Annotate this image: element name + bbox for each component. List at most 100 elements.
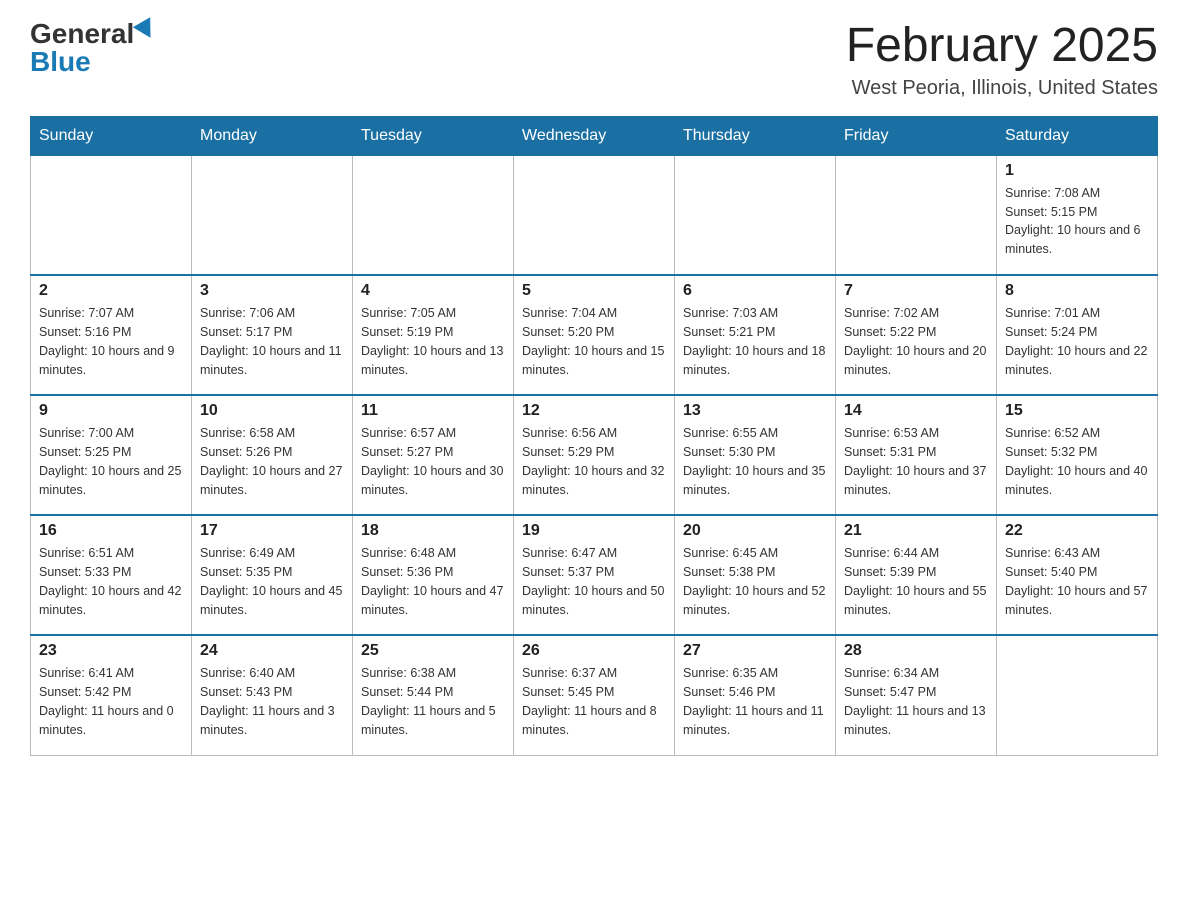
day-info: Sunrise: 6:55 AMSunset: 5:30 PMDaylight:… — [683, 424, 827, 499]
day-number: 21 — [844, 522, 988, 540]
day-number: 13 — [683, 402, 827, 420]
calendar-cell: 23 Sunrise: 6:41 AMSunset: 5:42 PMDayligh… — [31, 635, 192, 755]
day-info: Sunrise: 7:00 AMSunset: 5:25 PMDaylight:… — [39, 424, 183, 499]
calendar-cell: 24 Sunrise: 6:40 AMSunset: 5:43 PMDayligh… — [192, 635, 353, 755]
calendar-header-row: SundayMondayTuesdayWednesdayThursdayFrid… — [31, 116, 1158, 155]
day-info: Sunrise: 7:05 AMSunset: 5:19 PMDaylight:… — [361, 304, 505, 379]
calendar-cell: 18 Sunrise: 6:48 AMSunset: 5:36 PMDayligh… — [353, 515, 514, 635]
day-info: Sunrise: 6:45 AMSunset: 5:38 PMDaylight:… — [683, 544, 827, 619]
calendar-header-thursday: Thursday — [675, 116, 836, 155]
day-number: 9 — [39, 402, 183, 420]
day-info: Sunrise: 7:07 AMSunset: 5:16 PMDaylight:… — [39, 304, 183, 379]
calendar-cell: 11Sunrise: 6:57 AMSunset: 5:27 PMDayligh… — [353, 395, 514, 515]
day-info: Sunrise: 7:06 AMSunset: 5:17 PMDaylight:… — [200, 304, 344, 379]
day-info: Sunrise: 6:56 AMSunset: 5:29 PMDaylight:… — [522, 424, 666, 499]
calendar-cell — [997, 635, 1158, 755]
calendar-cell — [836, 155, 997, 275]
day-number: 14 — [844, 402, 988, 420]
day-number: 18 — [361, 522, 505, 540]
calendar-cell: 19Sunrise: 6:47 AMSunset: 5:37 PMDayligh… — [514, 515, 675, 635]
day-info: Sunrise: 6:47 AMSunset: 5:37 PMDaylight:… — [522, 544, 666, 619]
day-number: 25 — [361, 642, 505, 660]
calendar-cell: 6 Sunrise: 7:03 AMSunset: 5:21 PMDaylight… — [675, 275, 836, 395]
day-info: Sunrise: 6:58 AMSunset: 5:26 PMDaylight:… — [200, 424, 344, 499]
day-info: Sunrise: 6:37 AMSunset: 5:45 PMDaylight:… — [522, 664, 666, 739]
day-info: Sunrise: 6:51 AMSunset: 5:33 PMDaylight:… — [39, 544, 183, 619]
logo: General Blue — [30, 20, 156, 76]
day-number: 15 — [1005, 402, 1149, 420]
day-info: Sunrise: 7:08 AMSunset: 5:15 PMDaylight:… — [1005, 184, 1149, 259]
calendar-header-tuesday: Tuesday — [353, 116, 514, 155]
calendar-cell: 5 Sunrise: 7:04 AMSunset: 5:20 PMDaylight… — [514, 275, 675, 395]
day-info: Sunrise: 6:53 AMSunset: 5:31 PMDaylight:… — [844, 424, 988, 499]
calendar-cell: 28 Sunrise: 6:34 AMSunset: 5:47 PMDayligh… — [836, 635, 997, 755]
day-number: 24 — [200, 642, 344, 660]
day-info: Sunrise: 6:52 AMSunset: 5:32 PMDaylight:… — [1005, 424, 1149, 499]
calendar-cell: 13 Sunrise: 6:55 AMSunset: 5:30 PMDayligh… — [675, 395, 836, 515]
logo-general-text: General — [30, 20, 134, 48]
calendar-cell: 12 Sunrise: 6:56 AMSunset: 5:29 PMDayligh… — [514, 395, 675, 515]
calendar-cell — [675, 155, 836, 275]
day-info: Sunrise: 6:44 AMSunset: 5:39 PMDaylight:… — [844, 544, 988, 619]
calendar-cell: 15 Sunrise: 6:52 AMSunset: 5:32 PMDayligh… — [997, 395, 1158, 515]
calendar-cell — [353, 155, 514, 275]
calendar-cell: 22Sunrise: 6:43 AMSunset: 5:40 PMDayligh… — [997, 515, 1158, 635]
subtitle: West Peoria, Illinois, United States — [846, 77, 1158, 100]
day-number: 1 — [1005, 162, 1149, 180]
calendar-cell: 9 Sunrise: 7:00 AMSunset: 5:25 PMDaylight… — [31, 395, 192, 515]
calendar-cell: 7Sunrise: 7:02 AMSunset: 5:22 PMDaylight… — [836, 275, 997, 395]
calendar-cell — [192, 155, 353, 275]
calendar-cell: 25Sunrise: 6:38 AMSunset: 5:44 PMDayligh… — [353, 635, 514, 755]
calendar-header-monday: Monday — [192, 116, 353, 155]
calendar-cell — [31, 155, 192, 275]
day-number: 6 — [683, 282, 827, 300]
day-number: 17 — [200, 522, 344, 540]
title-block: February 2025 West Peoria, Illinois, Uni… — [846, 20, 1158, 100]
page-title: February 2025 — [846, 20, 1158, 73]
day-info: Sunrise: 6:43 AMSunset: 5:40 PMDaylight:… — [1005, 544, 1149, 619]
calendar-cell: 3 Sunrise: 7:06 AMSunset: 5:17 PMDaylight… — [192, 275, 353, 395]
day-number: 23 — [39, 642, 183, 660]
calendar-cell: 2 Sunrise: 7:07 AMSunset: 5:16 PMDaylight… — [31, 275, 192, 395]
day-number: 5 — [522, 282, 666, 300]
day-number: 28 — [844, 642, 988, 660]
calendar-cell: 10 Sunrise: 6:58 AMSunset: 5:26 PMDayligh… — [192, 395, 353, 515]
calendar-header-saturday: Saturday — [997, 116, 1158, 155]
calendar-header-sunday: Sunday — [31, 116, 192, 155]
logo-triangle-icon — [133, 17, 159, 43]
day-info: Sunrise: 6:40 AMSunset: 5:43 PMDaylight:… — [200, 664, 344, 739]
calendar-table: SundayMondayTuesdayWednesdayThursdayFrid… — [30, 116, 1158, 756]
day-number: 3 — [200, 282, 344, 300]
day-info: Sunrise: 6:34 AMSunset: 5:47 PMDaylight:… — [844, 664, 988, 739]
logo-blue-text: Blue — [30, 48, 91, 76]
day-info: Sunrise: 7:04 AMSunset: 5:20 PMDaylight:… — [522, 304, 666, 379]
day-number: 8 — [1005, 282, 1149, 300]
day-info: Sunrise: 6:35 AMSunset: 5:46 PMDaylight:… — [683, 664, 827, 739]
calendar-cell: 17 Sunrise: 6:49 AMSunset: 5:35 PMDayligh… — [192, 515, 353, 635]
calendar-week-row: 1 Sunrise: 7:08 AMSunset: 5:15 PMDaylight… — [31, 155, 1158, 275]
calendar-cell: 1 Sunrise: 7:08 AMSunset: 5:15 PMDaylight… — [997, 155, 1158, 275]
day-number: 7 — [844, 282, 988, 300]
day-number: 26 — [522, 642, 666, 660]
calendar-cell: 16Sunrise: 6:51 AMSunset: 5:33 PMDayligh… — [31, 515, 192, 635]
day-info: Sunrise: 7:03 AMSunset: 5:21 PMDaylight:… — [683, 304, 827, 379]
day-number: 27 — [683, 642, 827, 660]
calendar-cell: 4Sunrise: 7:05 AMSunset: 5:19 PMDaylight… — [353, 275, 514, 395]
day-info: Sunrise: 6:48 AMSunset: 5:36 PMDaylight:… — [361, 544, 505, 619]
calendar-cell: 27 Sunrise: 6:35 AMSunset: 5:46 PMDayligh… — [675, 635, 836, 755]
calendar-header-friday: Friday — [836, 116, 997, 155]
day-info: Sunrise: 6:41 AMSunset: 5:42 PMDaylight:… — [39, 664, 183, 739]
day-number: 10 — [200, 402, 344, 420]
calendar-week-row: 16Sunrise: 6:51 AMSunset: 5:33 PMDayligh… — [31, 515, 1158, 635]
calendar-cell: 20Sunrise: 6:45 AMSunset: 5:38 PMDayligh… — [675, 515, 836, 635]
day-info: Sunrise: 7:01 AMSunset: 5:24 PMDaylight:… — [1005, 304, 1149, 379]
calendar-cell: 21 Sunrise: 6:44 AMSunset: 5:39 PMDayligh… — [836, 515, 997, 635]
day-number: 2 — [39, 282, 183, 300]
day-info: Sunrise: 6:49 AMSunset: 5:35 PMDaylight:… — [200, 544, 344, 619]
calendar-cell: 26 Sunrise: 6:37 AMSunset: 5:45 PMDayligh… — [514, 635, 675, 755]
day-info: Sunrise: 6:57 AMSunset: 5:27 PMDaylight:… — [361, 424, 505, 499]
page-header: General Blue February 2025 West Peoria, … — [30, 20, 1158, 100]
calendar-cell — [514, 155, 675, 275]
day-number: 12 — [522, 402, 666, 420]
calendar-week-row: 23 Sunrise: 6:41 AMSunset: 5:42 PMDayligh… — [31, 635, 1158, 755]
